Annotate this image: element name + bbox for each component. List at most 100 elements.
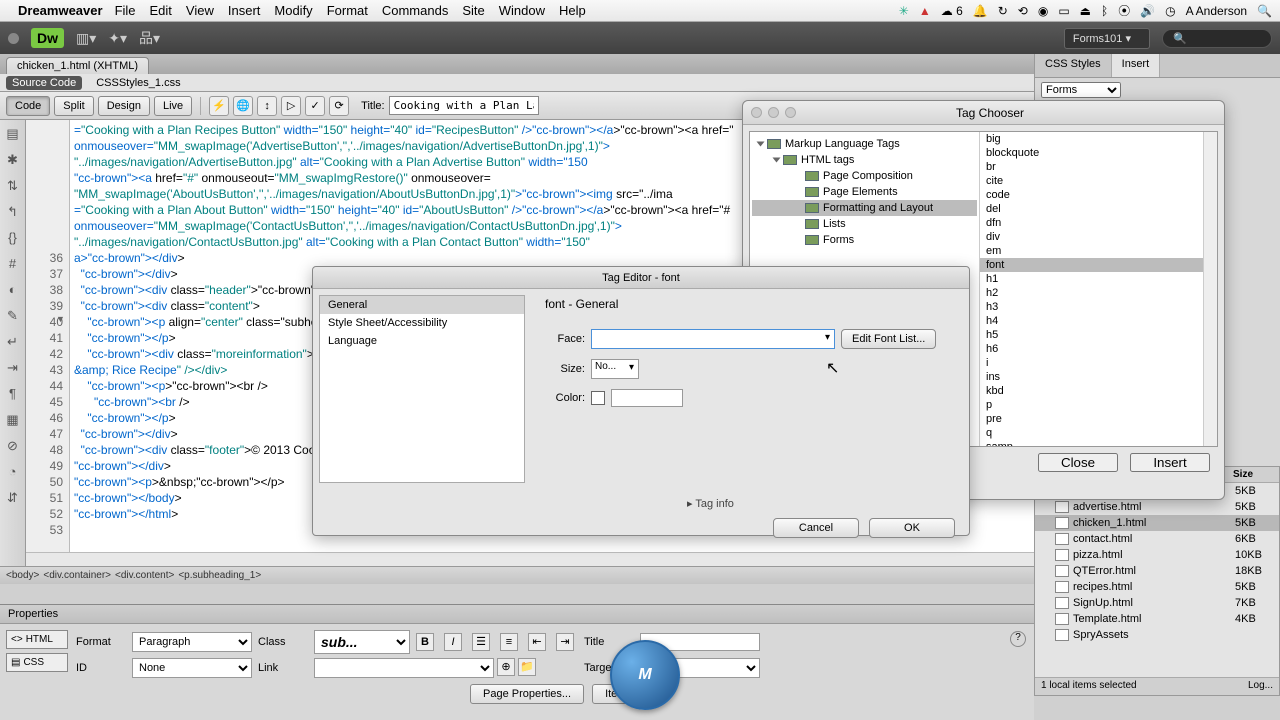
menu-site[interactable]: Site — [462, 3, 484, 18]
file-row[interactable]: contact.html6KB — [1035, 531, 1279, 547]
livecode-icon[interactable]: ⚡ — [209, 96, 229, 116]
tree-node[interactable]: Forms — [752, 232, 977, 248]
tree-node[interactable]: Page Composition — [752, 168, 977, 184]
file-row[interactable]: SignUp.html7KB — [1035, 595, 1279, 611]
window-close-icon[interactable] — [8, 33, 19, 44]
properties-header[interactable]: Properties — [0, 605, 1034, 624]
tag-option[interactable]: code — [980, 188, 1217, 202]
comment-icon[interactable]: ⊘ — [4, 438, 22, 456]
tab-css-styles[interactable]: CSS Styles — [1035, 54, 1112, 77]
inspect-icon[interactable]: 🌐 — [233, 96, 253, 116]
size-combo[interactable]: No... — [591, 359, 639, 379]
site-icon[interactable]: 品▾ — [139, 28, 160, 48]
refresh-icon[interactable]: ⟳ — [329, 96, 349, 116]
tag-option[interactable]: h4 — [980, 314, 1217, 328]
tag-option[interactable]: cite — [980, 174, 1217, 188]
ok-button[interactable]: OK — [869, 518, 955, 538]
insert-button[interactable]: Insert — [1130, 453, 1210, 472]
tag-option[interactable]: h2 — [980, 286, 1217, 300]
preview-icon[interactable]: ▷ — [281, 96, 301, 116]
link-select[interactable] — [314, 658, 494, 678]
tag-option[interactable]: samp — [980, 440, 1217, 446]
css-mode-button[interactable]: ▤ CSS — [6, 653, 68, 672]
menu-format[interactable]: Format — [327, 3, 368, 18]
tag-option[interactable]: h6 — [980, 342, 1217, 356]
tag-path-body[interactable]: <body> — [6, 570, 39, 581]
taglist-scrollbar[interactable] — [1203, 132, 1217, 446]
tag-option[interactable]: ins — [980, 370, 1217, 384]
bold-button[interactable]: B — [416, 633, 434, 651]
file-row[interactable]: advertise.html5KB — [1035, 499, 1279, 515]
split-view-button[interactable]: Split — [54, 96, 93, 116]
tag-option[interactable]: dfn — [980, 216, 1217, 230]
workspace-selector[interactable]: Forms101 ▾ — [1064, 28, 1150, 49]
document-tab[interactable]: chicken_1.html (XHTML) — [6, 57, 149, 74]
eject-icon[interactable]: ⏏ — [1080, 4, 1091, 18]
layout-icon[interactable]: ▥▾ — [76, 30, 96, 47]
menu-file[interactable]: File — [115, 3, 136, 18]
extend-icon[interactable]: ✦▾ — [108, 30, 127, 47]
indent-button[interactable]: ⇥ — [556, 633, 574, 651]
html-mode-button[interactable]: <> HTML — [6, 630, 68, 649]
move-icon[interactable]: ⇵ — [4, 490, 22, 508]
italic-button[interactable]: I — [444, 633, 462, 651]
design-view-button[interactable]: Design — [98, 96, 150, 116]
display-icon[interactable]: ▭ — [1058, 4, 1069, 18]
open-docs-icon[interactable]: ▤ — [4, 126, 22, 144]
size-column-header[interactable]: Size — [1233, 469, 1273, 480]
live-view-button[interactable]: Live — [154, 96, 192, 116]
tag-option[interactable]: kbd — [980, 384, 1217, 398]
tree-node[interactable]: Page Elements — [752, 184, 977, 200]
highlight-icon[interactable]: ◐ — [4, 282, 22, 300]
browse-icon[interactable]: 📁 — [518, 658, 536, 676]
menu-insert[interactable]: Insert — [228, 3, 261, 18]
notification-icon[interactable]: 🔔 — [973, 4, 988, 18]
file-row[interactable]: recipes.html5KB — [1035, 579, 1279, 595]
balance-icon[interactable]: {} — [4, 230, 22, 248]
volume-icon[interactable]: 🔊 — [1140, 4, 1155, 18]
expand-icon[interactable]: ⇅ — [4, 178, 22, 196]
related-file[interactable]: CSSStyles_1.css — [96, 77, 180, 89]
tree-node[interactable]: Formatting and Layout — [752, 200, 977, 216]
tag-option[interactable]: i — [980, 356, 1217, 370]
tag-option[interactable]: br — [980, 160, 1217, 174]
bluetooth-icon[interactable]: ᛒ — [1101, 4, 1108, 18]
format-icon[interactable]: ¶ — [4, 386, 22, 404]
syntax-icon[interactable]: ✎ — [4, 308, 22, 326]
tag-path-content[interactable]: <div.content> — [115, 570, 174, 581]
menu-commands[interactable]: Commands — [382, 3, 448, 18]
point-to-file-icon[interactable]: ⊕ — [497, 658, 515, 676]
color-swatch[interactable] — [591, 391, 605, 405]
format-select[interactable]: Paragraph — [132, 632, 252, 652]
tag-option[interactable]: big — [980, 132, 1217, 146]
help-icon[interactable]: ? — [1010, 631, 1026, 647]
app-name[interactable]: Dreamweaver — [18, 3, 103, 18]
toolbar-search[interactable]: 🔍 — [1162, 29, 1272, 48]
tag-option[interactable]: h3 — [980, 300, 1217, 314]
eye-icon[interactable]: ◉ — [1038, 4, 1048, 18]
tree-node[interactable]: Markup Language Tags — [752, 136, 977, 152]
file-row[interactable]: SpryAssets — [1035, 627, 1279, 643]
menu-modify[interactable]: Modify — [274, 3, 312, 18]
color-input[interactable] — [611, 389, 683, 407]
tag-list[interactable]: bigblockquotebrcitecodedeldfndivemfonth1… — [980, 132, 1217, 446]
line-num-icon[interactable]: # — [4, 256, 22, 274]
menu-window[interactable]: Window — [499, 3, 545, 18]
tag-path-p[interactable]: <p.subheading_1> — [178, 570, 261, 581]
close-button[interactable]: Close — [1038, 453, 1118, 472]
source-code-button[interactable]: Source Code — [6, 76, 82, 90]
tag-option[interactable]: h5 — [980, 328, 1217, 342]
face-combo[interactable] — [591, 329, 835, 349]
insert-category-select[interactable]: Forms — [1041, 82, 1121, 98]
tag-option[interactable]: em — [980, 244, 1217, 258]
cancel-button[interactable]: Cancel — [773, 518, 859, 538]
tree-node[interactable]: Lists — [752, 216, 977, 232]
user-name[interactable]: A Anderson — [1186, 4, 1247, 18]
tag-info-toggle[interactable]: ▸ Tag info — [687, 497, 734, 510]
tag-option[interactable]: pre — [980, 412, 1217, 426]
ul-button[interactable]: ☰ — [472, 633, 490, 651]
menu-edit[interactable]: Edit — [150, 3, 172, 18]
server-icon[interactable]: ↕ — [257, 96, 277, 116]
tag-option[interactable]: q — [980, 426, 1217, 440]
log-link[interactable]: Log... — [1248, 680, 1273, 693]
